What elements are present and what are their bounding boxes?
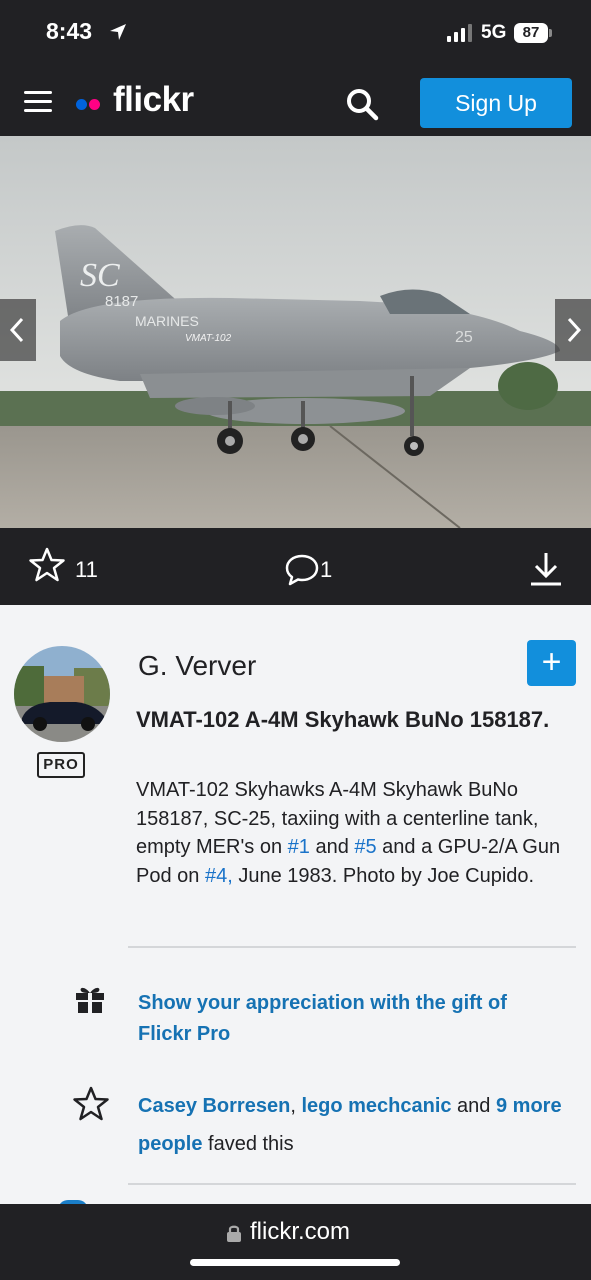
network-type: 5G	[481, 22, 507, 43]
url-text[interactable]: flickr.com	[250, 1218, 350, 1246]
pro-badge: PRO	[37, 752, 85, 778]
tag-link-1[interactable]: #1	[288, 836, 310, 858]
owner-avatar[interactable]	[14, 646, 110, 742]
aircraft-photo: SC 8187 MARINES VMAT-102 25	[0, 136, 591, 528]
divider	[128, 1183, 576, 1185]
faves-count: 11	[75, 557, 98, 582]
flickr-logo[interactable]: flickr	[113, 80, 194, 120]
squadron-text: VMAT-102	[185, 333, 232, 344]
tag-link-5[interactable]: #5	[354, 836, 376, 858]
gift-pro-link[interactable]: Show your appreciation with the gift of …	[138, 988, 558, 1050]
top-navigation: flickr Sign Up	[0, 66, 591, 136]
divider	[128, 946, 576, 948]
download-icon[interactable]	[528, 551, 564, 592]
photo-action-bar: 11 1	[0, 528, 591, 605]
photo-description: VMAT-102 Skyhawks A-4M Skyhawk BuNo 1581…	[136, 779, 561, 887]
chevron-right-icon	[567, 317, 582, 343]
comments-count: 1	[320, 557, 333, 582]
next-photo-button[interactable]	[555, 299, 591, 361]
home-indicator[interactable]	[190, 1259, 400, 1266]
fave-user-link[interactable]: lego mechcanic	[301, 1095, 451, 1117]
photo-title: VMAT-102 A-4M Skyhawk BuNo 158187.	[136, 707, 550, 732]
photo-image[interactable]: SC 8187 MARINES VMAT-102 25	[0, 136, 591, 528]
browser-url-bar[interactable]: flickr.com	[0, 1204, 591, 1280]
sign-up-button[interactable]: Sign Up	[420, 78, 572, 128]
status-time: 8:43	[46, 18, 93, 44]
location-arrow-icon	[108, 22, 128, 47]
chevron-left-icon	[9, 317, 24, 343]
lock-icon	[226, 1223, 242, 1248]
owner-name[interactable]: G. Verver	[138, 650, 256, 682]
faves-summary: Casey Borresen, lego mechcanic and 9 mor…	[138, 1095, 562, 1155]
fave-user-link[interactable]: Casey Borresen	[138, 1095, 290, 1117]
hamburger-menu-icon[interactable]	[24, 91, 52, 113]
fave-star-icon[interactable]	[28, 547, 66, 588]
previous-photo-button[interactable]	[0, 299, 36, 361]
status-bar: 8:43 5G 87	[0, 0, 591, 66]
faved-star-icon	[72, 1086, 110, 1127]
battery-cap	[549, 29, 552, 37]
fuselage-text: MARINES	[135, 313, 199, 329]
search-icon[interactable]	[344, 86, 380, 122]
follow-button[interactable]: +	[527, 640, 576, 686]
tail-number-text: 8187	[105, 293, 138, 310]
flickr-dots-icon	[76, 97, 102, 115]
comment-icon[interactable]	[285, 554, 319, 591]
tail-code-text: SC	[80, 257, 120, 294]
signal-icon	[447, 24, 473, 47]
tag-link-4[interactable]: #4,	[205, 865, 233, 887]
nose-number-text: 25	[455, 329, 473, 346]
battery-icon: 87	[514, 23, 548, 43]
gift-icon	[75, 984, 105, 1019]
